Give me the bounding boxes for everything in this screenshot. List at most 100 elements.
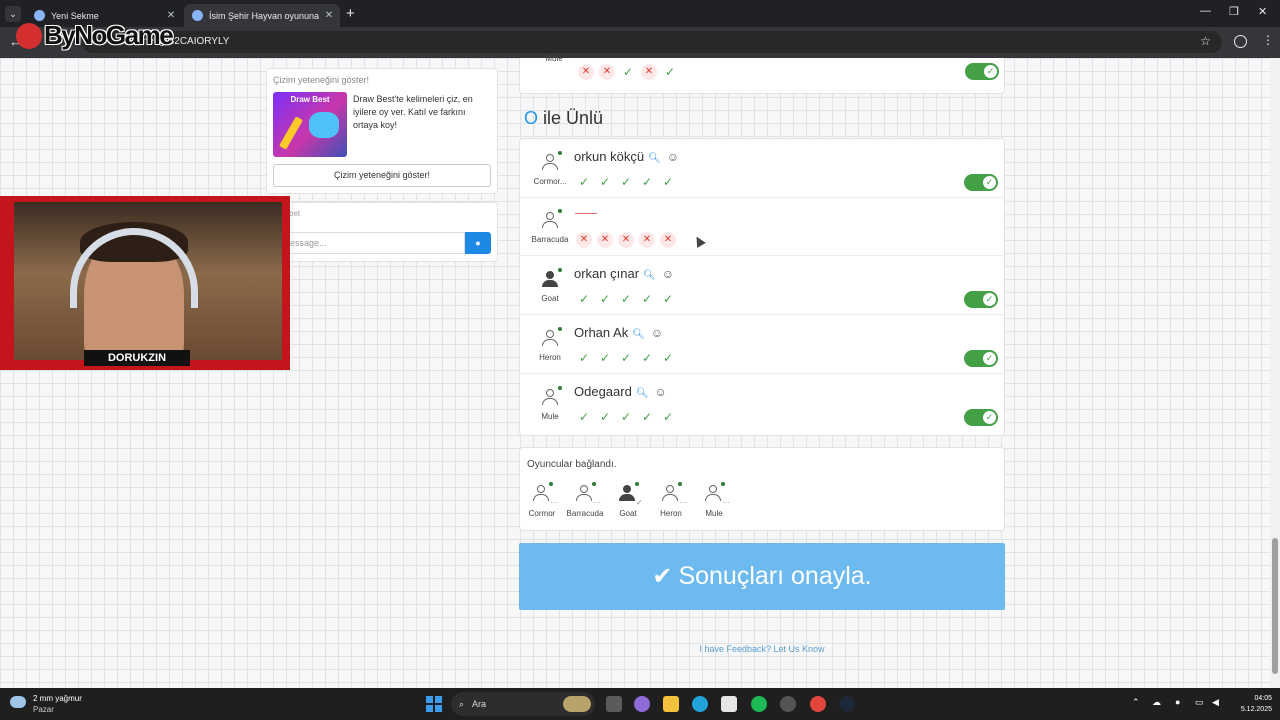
microphone-icon[interactable]: ●	[1175, 697, 1180, 707]
volume-icon[interactable]: ◀	[1212, 697, 1219, 708]
check-icon[interactable]: ✓	[662, 64, 678, 80]
status-icon: ···	[550, 498, 558, 507]
online-dot-icon	[678, 482, 682, 486]
check-icon[interactable]: ✓	[576, 174, 592, 190]
app-icon[interactable]	[780, 696, 796, 712]
clock[interactable]: 04:05 5.12.2025	[1232, 693, 1272, 715]
smile-icon[interactable]: ☺	[655, 385, 667, 399]
cross-icon[interactable]: ✕	[618, 232, 634, 248]
check-icon[interactable]: ✓	[639, 291, 655, 307]
weather-day: Pazar	[33, 705, 54, 714]
accept-toggle[interactable]: ✓	[964, 174, 998, 191]
accept-toggle[interactable]: ✓	[964, 291, 998, 308]
chrome-icon[interactable]	[810, 696, 826, 712]
tab-title: Yeni Sekme	[51, 10, 99, 21]
close-tab-icon[interactable]: ✕	[322, 10, 336, 21]
minimize-icon[interactable]: —	[1200, 5, 1211, 17]
smile-icon[interactable]: ☺	[662, 267, 674, 281]
steam-icon[interactable]	[839, 696, 855, 712]
restore-icon[interactable]: ❐	[1229, 5, 1239, 18]
ad-image[interactable]: Draw Best	[273, 92, 347, 157]
chat-bubble-icon: ●	[475, 238, 481, 248]
check-icon: ✔	[652, 563, 673, 590]
cross-icon[interactable]: ✕	[578, 64, 594, 80]
cross-icon[interactable]: ✕	[641, 64, 657, 80]
spotify-icon[interactable]	[751, 696, 767, 712]
windows-start-icon[interactable]	[426, 696, 442, 712]
task-view-icon[interactable]	[606, 696, 622, 712]
ad-image-label: Draw Best	[290, 95, 330, 104]
accept-toggle[interactable]: ✓	[964, 409, 998, 426]
bookmark-star-icon[interactable]: ☆	[1200, 34, 1211, 48]
show-drawing-button[interactable]: Çizim yeteneğini göster!	[273, 164, 491, 187]
send-message-button[interactable]: ●	[465, 232, 491, 254]
check-icon[interactable]: ✓	[576, 291, 592, 307]
check-icon[interactable]: ✓	[597, 291, 613, 307]
check-icon: ✓	[983, 176, 996, 189]
check-icon[interactable]: ✓	[639, 409, 655, 425]
file-explorer-icon[interactable]	[663, 696, 679, 712]
check-icon[interactable]: ✓	[618, 350, 634, 366]
check-icon[interactable]: ✓	[660, 409, 676, 425]
check-icon[interactable]: ✓	[660, 174, 676, 190]
connected-title: Oyuncular bağlandı.	[527, 459, 617, 470]
check-icon: ✓	[984, 65, 997, 78]
check-icon[interactable]: ✓	[597, 174, 613, 190]
url-field[interactable]: isim.net/g/B2CAIORYLY	[82, 31, 1222, 53]
accept-toggle[interactable]: ✓	[965, 63, 999, 80]
copilot-icon[interactable]	[634, 696, 650, 712]
check-icon[interactable]: ✓	[597, 350, 613, 366]
webcam-video	[14, 202, 282, 360]
store-icon[interactable]	[721, 696, 737, 712]
answer-label: orkun kökçü	[574, 149, 645, 164]
online-dot-icon	[721, 482, 725, 486]
check-icon[interactable]: ✓	[618, 409, 634, 425]
status-icon: ···	[722, 498, 730, 507]
cross-icon[interactable]: ✕	[639, 232, 655, 248]
check-icon[interactable]: ✓	[618, 291, 634, 307]
close-window-icon[interactable]: ✕	[1258, 5, 1267, 18]
confirm-results-button[interactable]: ✔ Sonuçları onayla.	[519, 543, 1005, 610]
cross-icon[interactable]: ✕	[597, 232, 613, 248]
connected-player-name: Mule	[705, 509, 723, 518]
scroll-thumb[interactable]	[1272, 538, 1278, 674]
user-avatar-icon	[530, 482, 553, 504]
taskbar-search[interactable]: ⌕ Ara	[451, 692, 595, 716]
search-icon[interactable]: 🔍︎	[648, 153, 661, 164]
network-icon[interactable]: ▭	[1195, 697, 1204, 708]
player-name: Heron	[539, 353, 561, 362]
tray-chevron-icon[interactable]: ⌃	[1132, 697, 1140, 708]
cross-icon[interactable]: ✕	[599, 64, 615, 80]
smile-icon[interactable]: ☺	[651, 326, 663, 340]
online-dot-icon	[558, 151, 562, 155]
tab-game[interactable]: İsim Şehir Hayvan oyununa katı ✕	[184, 4, 340, 27]
feedback-link[interactable]: I have Feedback? Let Us Know	[640, 644, 884, 654]
cross-icon[interactable]: ✕	[576, 232, 592, 248]
accept-toggle[interactable]: ✓	[964, 350, 998, 367]
chat-input[interactable]: essage...	[287, 232, 465, 254]
new-tab-icon[interactable]: +	[346, 5, 355, 22]
search-icon[interactable]: 🔍︎	[636, 388, 649, 399]
cross-icon[interactable]: ✕	[660, 232, 676, 248]
search-icon[interactable]: 🔍︎	[643, 270, 656, 281]
check-icon[interactable]: ✓	[639, 174, 655, 190]
check-icon[interactable]: ✓	[639, 350, 655, 366]
check-icon[interactable]: ✓	[576, 350, 592, 366]
check-icon[interactable]: ✓	[660, 350, 676, 366]
connected-player-name: Heron	[660, 509, 682, 518]
search-icon[interactable]: 🔍︎	[632, 329, 645, 340]
check-icon[interactable]: ✓	[660, 291, 676, 307]
check-icon[interactable]: ✓	[618, 174, 634, 190]
smile-icon[interactable]: ☺	[667, 150, 679, 164]
player-name: Barracuda	[531, 235, 569, 244]
connected-player: Barracuda ···	[563, 482, 607, 522]
check-icon[interactable]: ✓	[620, 64, 636, 80]
check-icon[interactable]: ✓	[576, 409, 592, 425]
menu-icon[interactable]: ⋮	[1262, 33, 1274, 47]
scrollbar[interactable]	[1270, 58, 1280, 688]
check-icon: ✓	[983, 293, 996, 306]
check-icon[interactable]: ✓	[597, 409, 613, 425]
edge-icon[interactable]	[692, 696, 708, 712]
profile-icon[interactable]	[1234, 35, 1247, 48]
onedrive-icon[interactable]: ☁	[1152, 697, 1161, 708]
